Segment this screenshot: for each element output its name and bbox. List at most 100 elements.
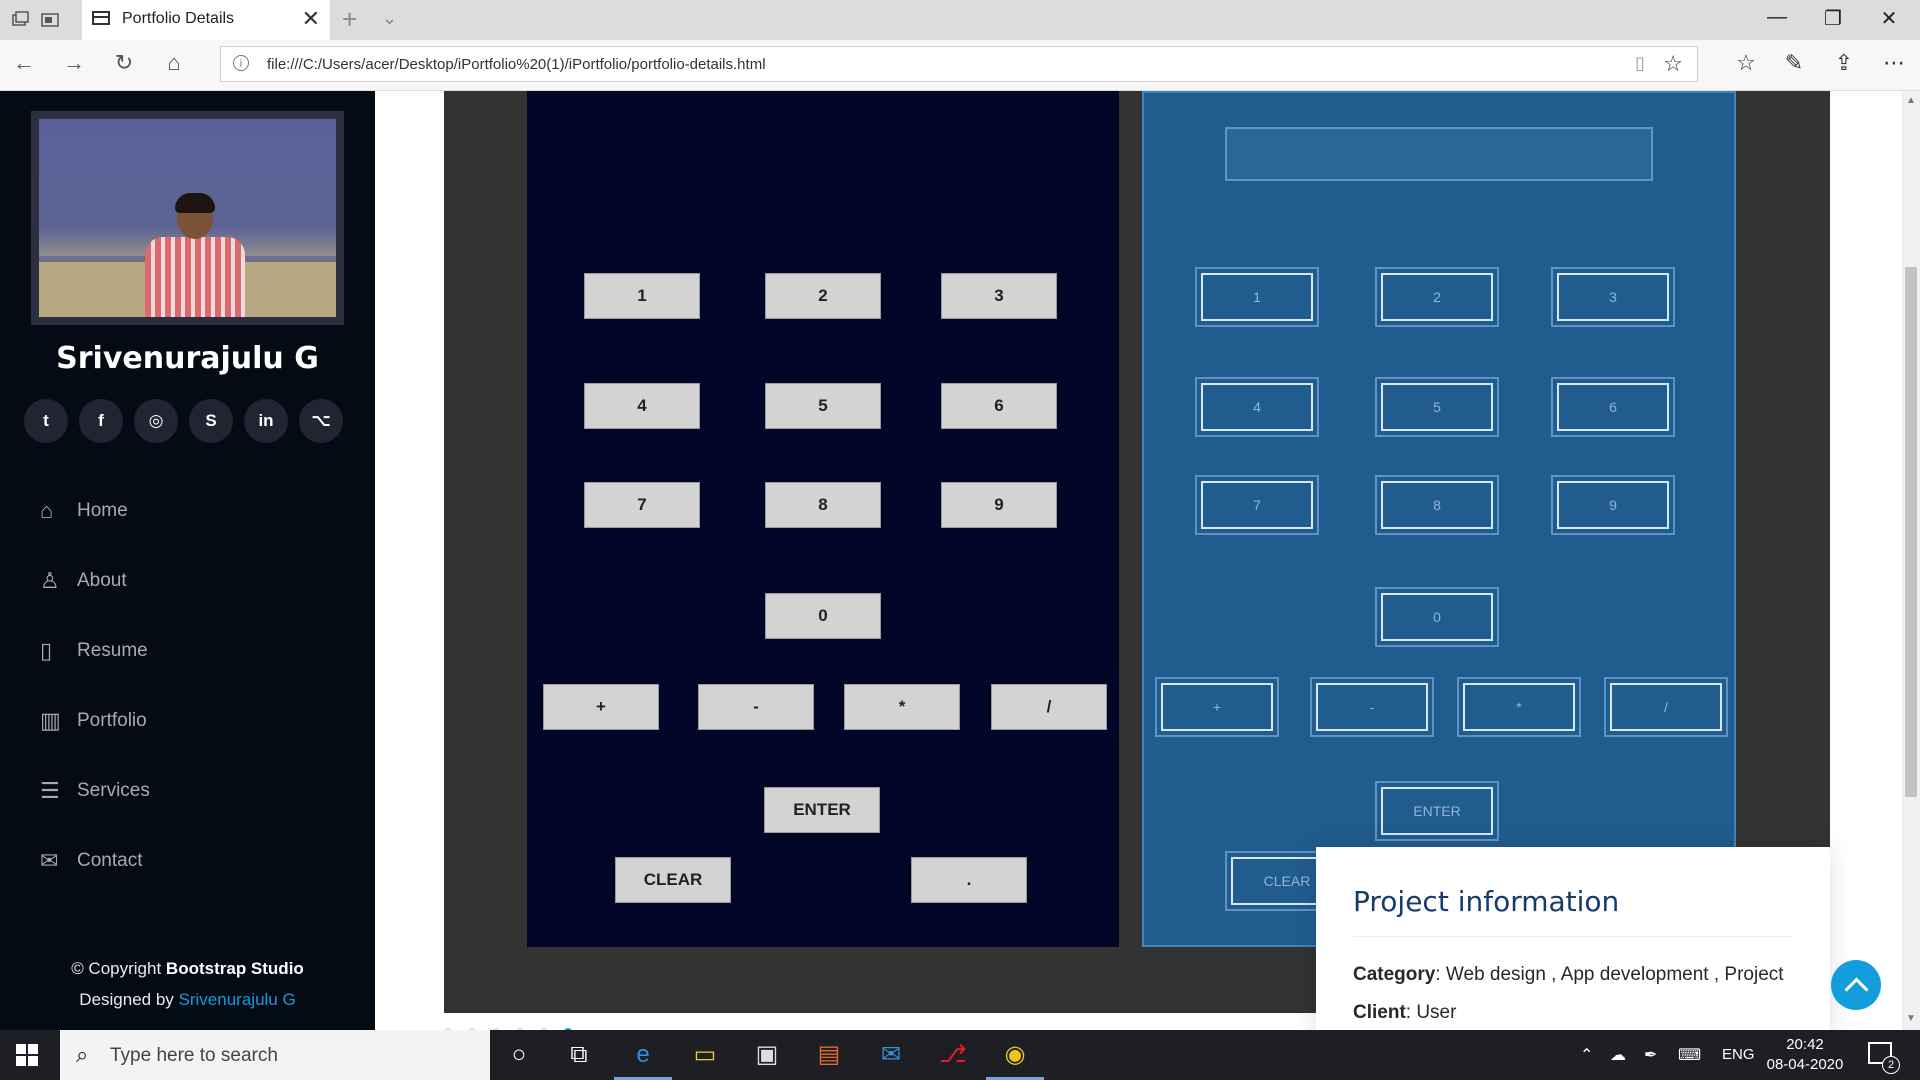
refresh-icon[interactable]: ↻ [106, 50, 142, 76]
scroll-up-icon[interactable]: ▲ [1902, 95, 1920, 106]
task-view-icon[interactable]: ⧉ [550, 1030, 608, 1080]
sidebar: Srivenurajulu G t f ◎ S in ⌥ ⌂ Home ♙ Ab… [0, 91, 375, 1030]
back-icon[interactable]: ← [6, 50, 42, 76]
language-indicator[interactable]: ENG [1722, 1046, 1755, 1063]
nav-resume[interactable]: ▯ Resume [40, 631, 340, 671]
envelope-icon: ✉ [40, 848, 59, 873]
reading-view-icon[interactable]: ▯ [1635, 53, 1645, 74]
dark-key-8: 8 [765, 482, 881, 528]
home-browser-icon[interactable]: ⌂ [156, 50, 192, 76]
book-icon: ▥ [40, 708, 61, 733]
dark-key-0: 0 [765, 593, 881, 639]
new-tab-button[interactable]: + [342, 4, 357, 35]
chrome-icon[interactable]: ◉ [986, 1030, 1044, 1080]
designer-link[interactable]: Srivenurajulu G [179, 990, 296, 1009]
github-icon[interactable]: ⌥ [299, 399, 343, 443]
back-to-top-button[interactable] [1831, 960, 1881, 1010]
favorite-star-icon[interactable]: ☆ [1663, 51, 1683, 77]
blue-key-multiply: * [1457, 677, 1581, 737]
linkedin-icon[interactable]: in [244, 399, 288, 443]
project-info-title: Project information [1353, 885, 1620, 918]
page-icon [92, 11, 110, 25]
pen-workspace-icon[interactable]: ✒ [1644, 1045, 1657, 1065]
profile-photo [31, 111, 344, 325]
minimize-button[interactable]: — [1754, 6, 1800, 29]
clock-time: 20:42 [1786, 1036, 1824, 1053]
tab-preview-icon[interactable] [40, 10, 60, 30]
keyboard-icon[interactable]: ⌨ [1678, 1045, 1701, 1065]
tab-groups-icon[interactable] [10, 10, 30, 30]
scrollbar-thumb[interactable] [1905, 267, 1917, 797]
instagram-icon[interactable]: ◎ [134, 399, 178, 443]
server-icon: ☰ [40, 778, 60, 803]
dark-key-4: 4 [584, 383, 700, 429]
nav-label: About [77, 570, 127, 591]
taskbar-clock[interactable]: 20:42 08-04-2020 [1760, 1035, 1850, 1075]
blue-key-4: 4 [1195, 377, 1319, 437]
nav-about[interactable]: ♙ About [40, 561, 340, 601]
twitter-icon[interactable]: t [24, 399, 68, 443]
favorites-list-icon[interactable]: ☆ [1728, 50, 1764, 76]
taskbar-search-box[interactable]: ⌕ Type here to search [60, 1030, 490, 1080]
mail-icon[interactable]: ✉ [862, 1030, 920, 1080]
nav-home[interactable]: ⌂ Home [40, 491, 340, 531]
divider [1353, 936, 1793, 937]
blue-key-0: 0 [1375, 587, 1499, 647]
tab-portfolio-details[interactable]: Portfolio Details ✕ [82, 0, 330, 40]
blue-key-7: 7 [1195, 475, 1319, 535]
nav-label: Home [77, 500, 128, 521]
dark-key-enter: ENTER [764, 787, 880, 833]
tab-close-icon[interactable]: ✕ [302, 6, 320, 32]
close-window-button[interactable]: ✕ [1866, 6, 1912, 31]
blue-key-divide: / [1604, 677, 1728, 737]
store-icon[interactable]: ▣ [738, 1030, 796, 1080]
notes-pen-icon[interactable]: ✎ [1776, 50, 1812, 76]
url-field[interactable]: i file:///C:/Users/acer/Desktop/iPortfol… [220, 46, 1698, 82]
social-links: t f ◎ S in ⌥ [24, 399, 354, 445]
dark-key-2: 2 [765, 273, 881, 319]
browser-tab-bar: Portfolio Details ✕ + ⌄ — ❐ ✕ [0, 0, 1920, 40]
project-info-panel: Project information Category: Web design… [1316, 847, 1830, 1030]
acrobat-icon[interactable]: ⎇ [924, 1030, 982, 1080]
nav-services[interactable]: ☰ Services [40, 771, 340, 811]
dark-key-divide: / [991, 684, 1107, 730]
page-scrollbar[interactable]: ▲ ▼ [1902, 91, 1920, 1030]
dark-key-3: 3 [941, 273, 1057, 319]
blue-key-1: 1 [1195, 267, 1319, 327]
restore-button[interactable]: ❐ [1810, 6, 1856, 31]
scroll-down-icon[interactable]: ▼ [1902, 1013, 1920, 1024]
skype-icon[interactable]: S [189, 399, 233, 443]
more-menu-icon[interactable]: ⋯ [1876, 50, 1912, 76]
site-info-icon[interactable]: i [233, 55, 249, 71]
dark-key-6: 6 [941, 383, 1057, 429]
blue-key-9: 9 [1551, 475, 1675, 535]
onedrive-icon[interactable]: ☁ [1610, 1045, 1626, 1065]
tab-dropdown-icon[interactable]: ⌄ [382, 8, 397, 29]
calculator-blue-screenshot: 1 2 3 4 5 6 7 8 9 0 + - * / ENTER CLEAR [1142, 91, 1736, 947]
tray-overflow-icon[interactable]: ⌃ [1580, 1045, 1593, 1065]
facebook-icon[interactable]: f [79, 399, 123, 443]
share-icon[interactable]: ⇪ [1826, 50, 1862, 76]
client-value: : User [1405, 1002, 1457, 1023]
file-explorer-icon[interactable]: ▭ [676, 1030, 734, 1080]
sidebar-footer: © Copyright Bootstrap Studio Designed by… [0, 953, 375, 1015]
blue-key-minus: - [1310, 677, 1434, 737]
blue-key-6: 6 [1551, 377, 1675, 437]
nav-contact[interactable]: ✉ Contact [40, 841, 340, 881]
carousel-pagination [444, 1023, 604, 1030]
forward-icon[interactable]: → [56, 50, 92, 76]
cortana-icon[interactable]: ○ [490, 1030, 548, 1080]
dark-key-clear: CLEAR [615, 857, 731, 903]
url-text: file:///C:/Users/acer/Desktop/iPortfolio… [267, 56, 766, 73]
blue-key-2: 2 [1375, 267, 1499, 327]
start-button[interactable] [16, 1044, 38, 1066]
nav-portfolio[interactable]: ▥ Portfolio [40, 701, 340, 741]
powerpoint-icon[interactable]: ▤ [800, 1030, 858, 1080]
copyright-brand: Bootstrap Studio [165, 959, 304, 978]
search-icon: ⌕ [76, 1042, 89, 1067]
edge-browser-icon[interactable]: e [614, 1030, 672, 1080]
blue-display [1225, 127, 1653, 181]
page-viewport: Srivenurajulu G t f ◎ S in ⌥ ⌂ Home ♙ Ab… [0, 91, 1920, 1030]
blue-key-plus: + [1155, 677, 1279, 737]
dark-key-dot: . [911, 857, 1027, 903]
